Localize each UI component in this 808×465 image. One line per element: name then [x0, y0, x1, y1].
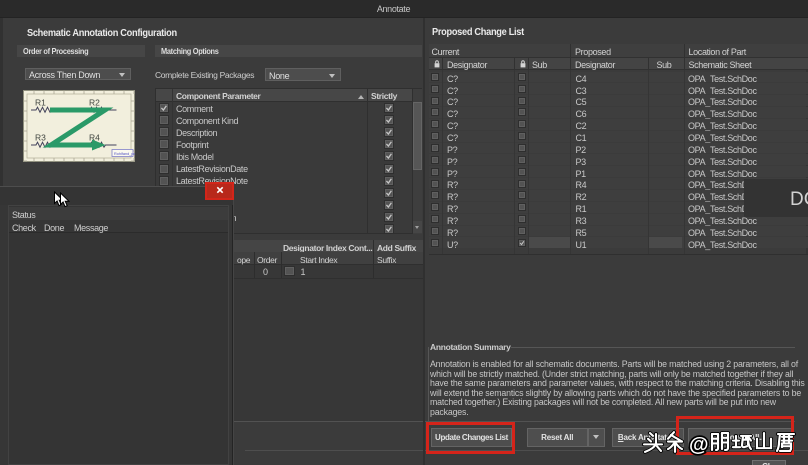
svg-text:R3: R3: [35, 133, 46, 143]
svg-text:R1: R1: [35, 98, 46, 108]
svg-text:@: @: [689, 434, 709, 456]
svg-text:Rohlfand_pcb: Rohlfand_pcb: [114, 152, 135, 156]
svg-text:R2: R2: [89, 98, 100, 108]
